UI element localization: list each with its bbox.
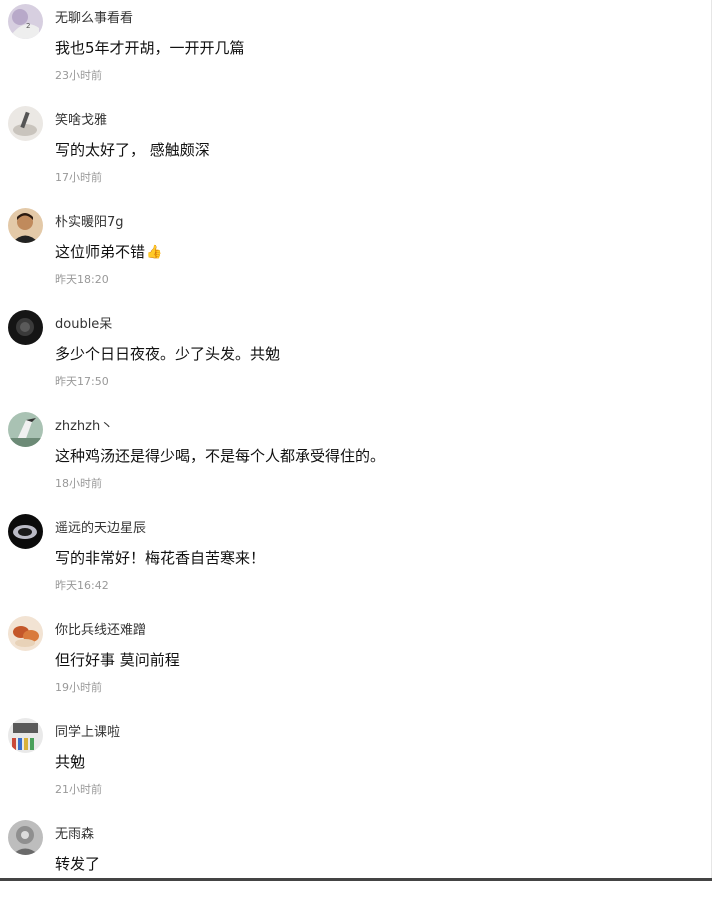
comment-text: 我也5年才开胡，一开开几篇 xyxy=(55,39,245,57)
avatar[interactable] xyxy=(8,616,43,651)
comment-username[interactable]: double呆 xyxy=(55,313,112,332)
comment-username[interactable]: 遥远的天边星辰 xyxy=(55,517,146,536)
comment-text: 写的太好了， 感触颇深 xyxy=(55,141,210,159)
avatar-image xyxy=(8,208,43,243)
avatar-image xyxy=(8,310,43,345)
comment-username[interactable]: 无雨森 xyxy=(55,823,94,842)
comment-time: 19小时前 xyxy=(55,681,102,694)
avatar-image xyxy=(8,718,43,753)
comment-item: 同学上课啦 共勉 21小时前 xyxy=(0,714,712,816)
comment-text: 这位师弟不错👍 xyxy=(55,241,162,262)
comment-time: 21小时前 xyxy=(55,783,102,796)
comment-username[interactable]: 同学上课啦 xyxy=(55,721,120,740)
avatar-image xyxy=(8,616,43,651)
avatar[interactable] xyxy=(8,412,43,447)
comment-item: 无雨森 转发了 xyxy=(0,816,712,918)
comment-text: 多少个日日夜夜。少了头发。共勉 xyxy=(55,345,281,363)
comment-item: zhzhzh丶 这种鸡汤还是得少喝，不是每个人都承受得住的。 18小时前 xyxy=(0,408,712,510)
avatar[interactable] xyxy=(8,820,43,855)
comment-username[interactable]: 你比兵线还难蹭 xyxy=(55,619,146,638)
comment-text: 但行好事 莫问前程 xyxy=(55,651,180,669)
avatar[interactable] xyxy=(8,514,43,549)
comment-text: 写的非常好！梅花香自苦寒来！ xyxy=(55,549,266,567)
comment-time: 昨天17:50 xyxy=(55,375,109,388)
comment-list: 2 无聊么事看看 我也5年才开胡，一开开几篇 23小时前 笑啥戈雅 写的太好了，… xyxy=(0,0,712,918)
comment-username[interactable]: zhzhzh丶 xyxy=(55,415,113,434)
comment-item: 笑啥戈雅 写的太好了， 感触颇深 17小时前 xyxy=(0,102,712,204)
comment-time: 18小时前 xyxy=(55,477,102,490)
comment-time: 昨天16:42 xyxy=(55,579,109,592)
comment-username[interactable]: 朴实暖阳7g xyxy=(55,211,124,230)
avatar[interactable] xyxy=(8,310,43,345)
avatar-image xyxy=(8,820,43,855)
comment-text: 这种鸡汤还是得少喝，不是每个人都承受得住的。 xyxy=(55,447,386,465)
avatar[interactable] xyxy=(8,208,43,243)
comment-item: 2 无聊么事看看 我也5年才开胡，一开开几篇 23小时前 xyxy=(0,0,712,102)
comment-time: 23小时前 xyxy=(55,69,102,82)
comment-username[interactable]: 笑啥戈雅 xyxy=(55,109,107,128)
comment-item: 朴实暖阳7g 这位师弟不错👍 昨天18:20 xyxy=(0,204,712,306)
avatar-image xyxy=(8,514,43,549)
comment-time: 昨天18:20 xyxy=(55,273,109,286)
avatar-image xyxy=(8,106,43,141)
svg-text:2: 2 xyxy=(26,22,30,30)
comment-text: 共勉 xyxy=(55,753,86,771)
comment-text-body: 这位师弟不错 xyxy=(55,243,146,261)
comment-time: 17小时前 xyxy=(55,171,102,184)
avatar[interactable] xyxy=(8,718,43,753)
comment-item: double呆 多少个日日夜夜。少了头发。共勉 昨天17:50 xyxy=(0,306,712,408)
avatar-image xyxy=(8,412,43,447)
avatar-image: 2 xyxy=(8,4,43,39)
comment-username[interactable]: 无聊么事看看 xyxy=(55,7,133,26)
avatar[interactable]: 2 xyxy=(8,4,43,39)
comment-text: 转发了 xyxy=(55,855,101,873)
thumbs-up-icon: 👍 xyxy=(146,245,163,260)
comment-item: 你比兵线还难蹭 但行好事 莫问前程 19小时前 xyxy=(0,612,712,714)
avatar[interactable] xyxy=(8,106,43,141)
comment-item: 遥远的天边星辰 写的非常好！梅花香自苦寒来！ 昨天16:42 xyxy=(0,510,712,612)
